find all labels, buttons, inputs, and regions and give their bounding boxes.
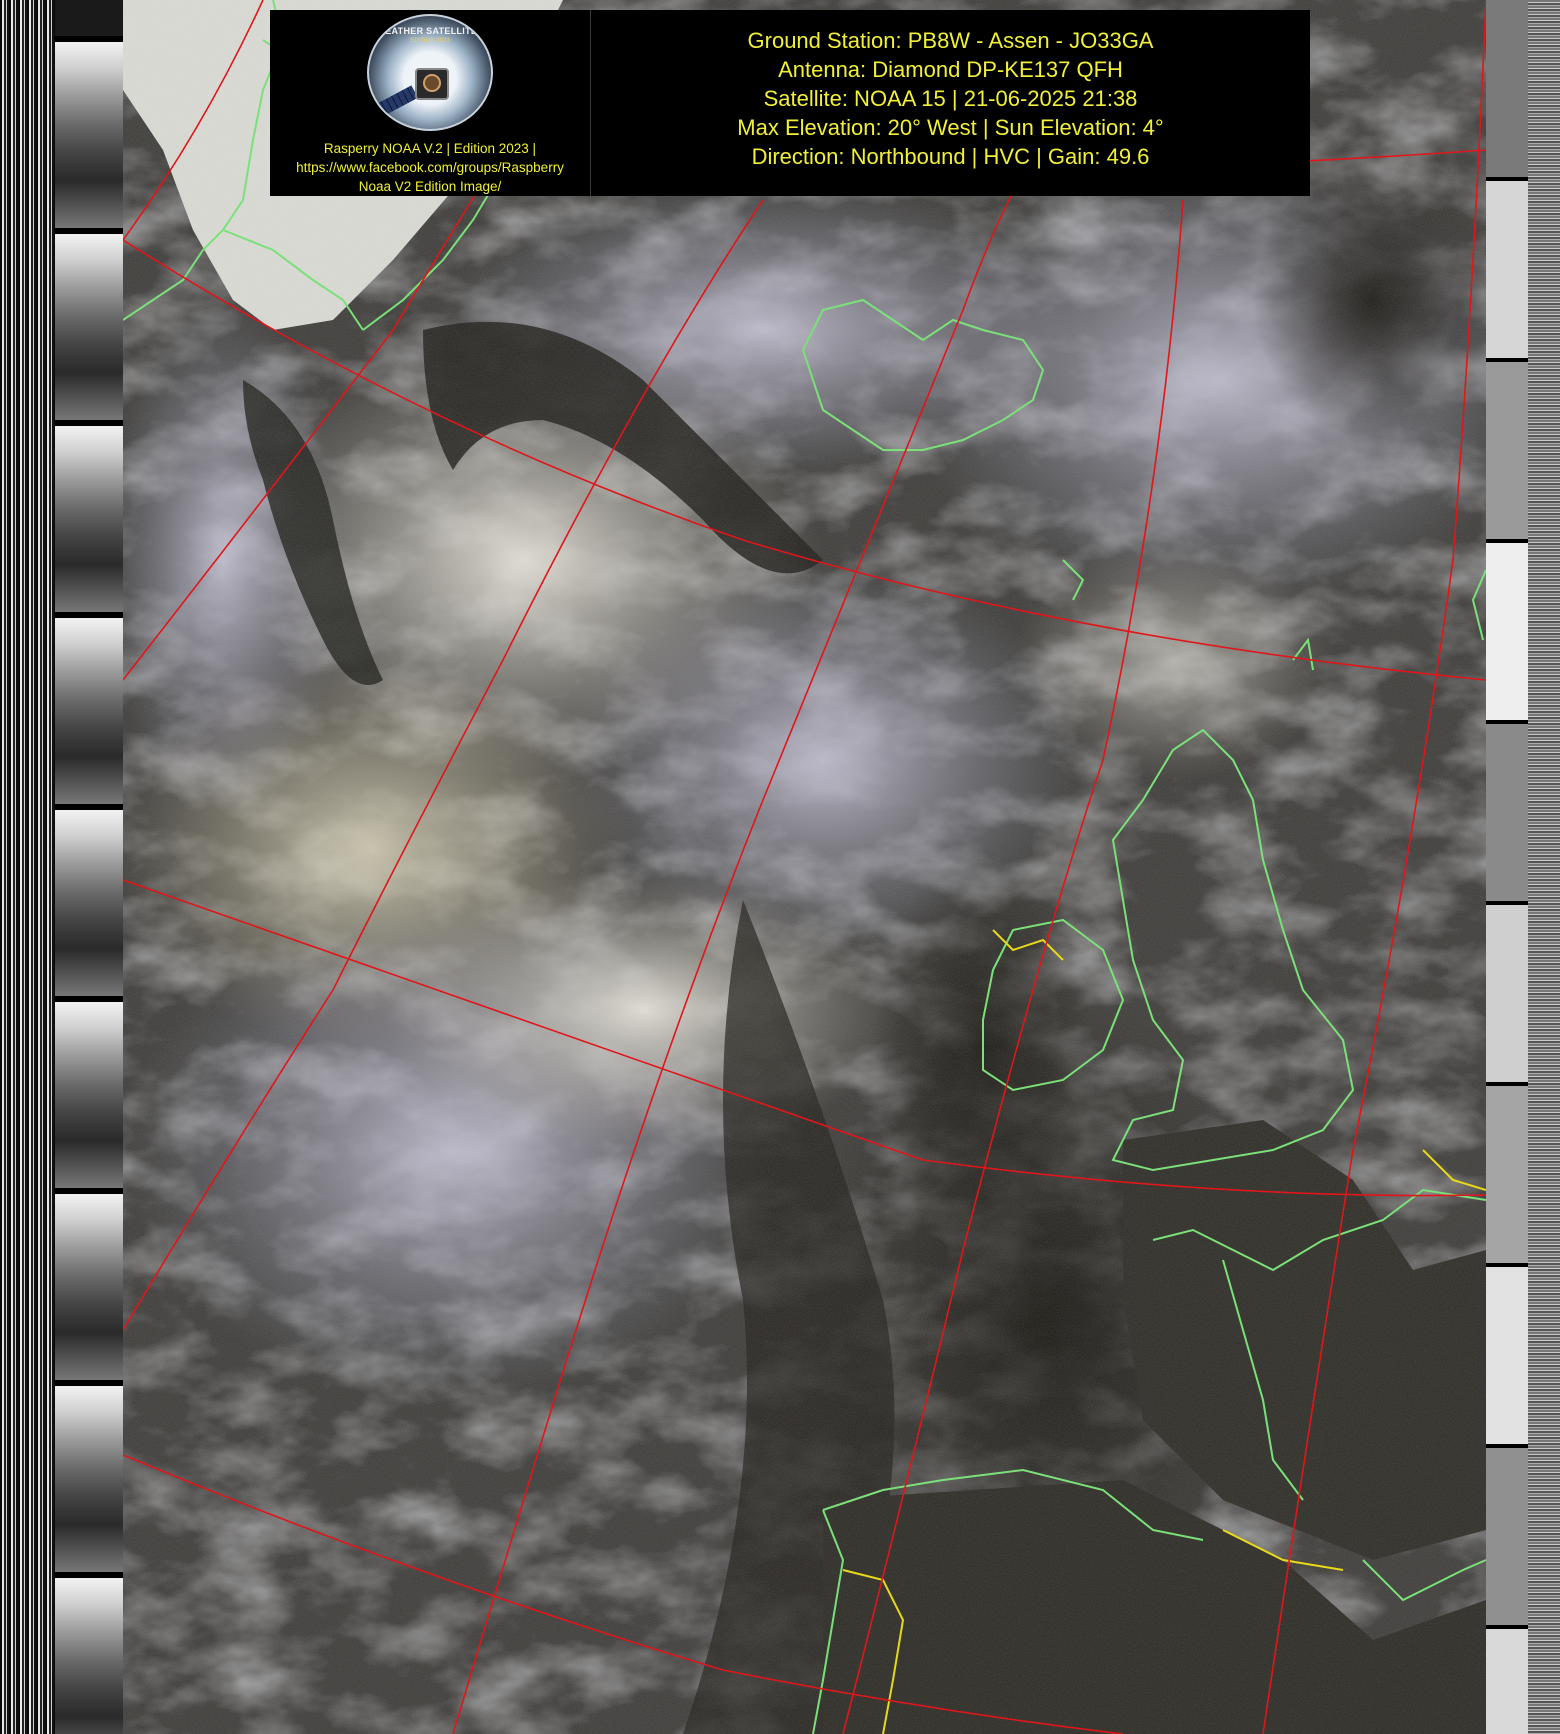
telemetry-wedges xyxy=(55,36,123,1734)
telemetry-block xyxy=(1486,724,1528,901)
telemetry-sync-bar xyxy=(1486,1082,1528,1086)
telemetry-sync-bar xyxy=(55,228,123,234)
telemetry-block xyxy=(1486,1629,1528,1734)
telemetry-sync-bar xyxy=(1486,1263,1528,1267)
weather-map xyxy=(123,0,1486,1734)
telemetry-sync-bar xyxy=(1486,1625,1528,1629)
logo-title: WEATHER SATELLITES xyxy=(376,26,484,36)
branding-caption: Rasperry NOAA V.2 | Edition 2023 | https… xyxy=(296,139,564,196)
elevation: Max Elevation: 20° West | Sun Elevation:… xyxy=(737,115,1164,140)
telemetry-block xyxy=(1486,0,1528,177)
telemetry-wedge xyxy=(55,1384,123,1572)
telemetry-sync-bar xyxy=(55,1188,123,1194)
telemetry-block xyxy=(1486,1267,1528,1444)
telemetry-sync-bar xyxy=(55,36,123,42)
telemetry-wedge xyxy=(55,1192,123,1380)
satellite-image xyxy=(123,0,1486,1734)
telemetry-sync-bar xyxy=(55,612,123,618)
weather-satellites-logo: WEATHER SATELLITES EDITION 2023 xyxy=(367,14,493,131)
telemetry-block xyxy=(1486,543,1528,720)
telemetry-sync-bar xyxy=(1486,901,1528,905)
telemetry-sync-bar xyxy=(1486,539,1528,543)
camera-lens-icon xyxy=(423,74,441,92)
telemetry-sync-bar xyxy=(1486,1444,1528,1448)
caption-line: Noaa V2 Edition Image/ xyxy=(358,179,502,194)
telemetry-block xyxy=(1486,1448,1528,1625)
telemetry-wedge xyxy=(55,616,123,804)
telemetry-sync-bar xyxy=(55,1572,123,1578)
telemetry-sync-bar xyxy=(55,420,123,426)
pass-details: Ground Station: PB8W - Assen - JO33GA An… xyxy=(591,10,1310,196)
telemetry-wedge xyxy=(55,1000,123,1188)
right-telemetry-strip xyxy=(1486,0,1560,1734)
antenna: Antenna: Diamond DP-KE137 QFH xyxy=(778,57,1123,82)
telemetry-block xyxy=(1486,905,1528,1082)
sync-noise xyxy=(0,0,55,1734)
branding-panel: WEATHER SATELLITES EDITION 2023 Rasperry… xyxy=(270,10,591,196)
telemetry-wedge xyxy=(55,424,123,612)
sync-noise xyxy=(1528,0,1560,1734)
left-telemetry-strip xyxy=(0,0,123,1734)
telemetry-sync-bar xyxy=(55,996,123,1002)
telemetry-block xyxy=(1486,1086,1528,1263)
telemetry-sync-bar xyxy=(1486,358,1528,362)
telemetry-wedge xyxy=(55,1576,123,1734)
telemetry-bars xyxy=(1486,0,1528,1734)
telemetry-sync-bar xyxy=(1486,720,1528,724)
telemetry-sync-bar xyxy=(55,804,123,810)
direction-gain: Direction: Northbound | HVC | Gain: 49.6 xyxy=(751,144,1150,169)
satellite-image-frame: WEATHER SATELLITES EDITION 2023 Rasperry… xyxy=(0,0,1560,1734)
caption-link: https://www.facebook.com/groups/Raspberr… xyxy=(296,160,564,175)
satellite-pass: Satellite: NOAA 15 | 21-06-2025 21:38 xyxy=(763,86,1138,111)
telemetry-block xyxy=(1486,362,1528,539)
telemetry-wedge xyxy=(55,808,123,996)
telemetry-wedge xyxy=(55,232,123,420)
telemetry-block xyxy=(1486,181,1528,358)
telemetry-sync-bar xyxy=(55,1380,123,1386)
logo-edition: EDITION 2023 xyxy=(410,38,450,44)
pass-info-box: WEATHER SATELLITES EDITION 2023 Rasperry… xyxy=(270,10,1310,196)
telemetry-wedge xyxy=(55,40,123,228)
telemetry-sync-bar xyxy=(1486,177,1528,181)
caption-line: Rasperry NOAA V.2 | Edition 2023 | xyxy=(323,141,537,156)
solar-panel-icon xyxy=(376,85,418,117)
ground-station: Ground Station: PB8W - Assen - JO33GA xyxy=(747,28,1154,53)
